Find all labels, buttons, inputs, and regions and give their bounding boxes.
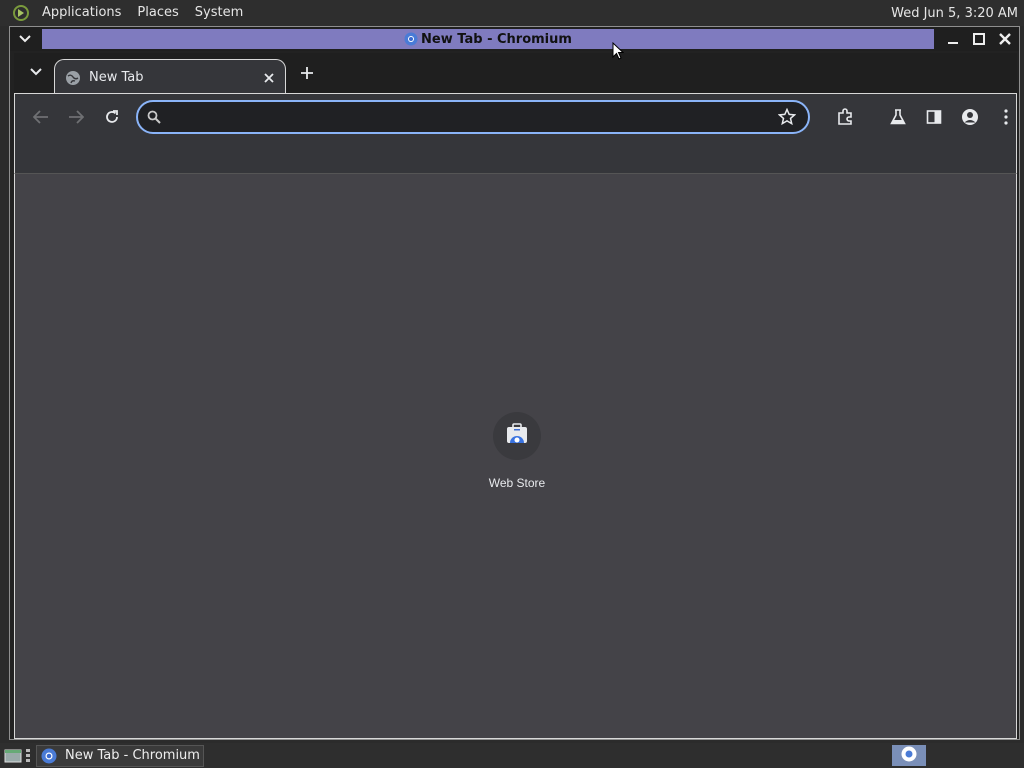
minimize-button[interactable] — [943, 29, 963, 49]
new-tab-plus-icon[interactable] — [296, 62, 318, 84]
close-window-button[interactable] — [995, 29, 1015, 49]
taskbar-item-chromium[interactable]: New Tab - Chromium — [36, 744, 204, 767]
profile-avatar-icon[interactable] — [958, 105, 982, 129]
show-desktop-icon[interactable] — [2, 746, 24, 766]
browser-window: New Tab - Chromium New Tab Web Store — [9, 26, 1020, 740]
shortcut-label: Web Store — [488, 476, 546, 490]
tab-strip: New Tab — [14, 53, 1017, 95]
more-menu-icon[interactable] — [994, 105, 1018, 129]
taskbar-item-label: New Tab - Chromium — [65, 748, 200, 763]
bottom-panel: New Tab - Chromium — [0, 743, 1024, 768]
distro-logo-icon[interactable] — [10, 2, 32, 24]
main-menu: Applications Places System — [0, 0, 251, 26]
menu-applications[interactable]: Applications — [34, 0, 129, 26]
workspace-switcher[interactable] — [892, 745, 926, 766]
chromium-icon — [404, 32, 418, 46]
window-titlebar[interactable]: New Tab - Chromium — [10, 27, 1019, 51]
shortcut-tile[interactable] — [493, 412, 541, 460]
shortcut-web-store[interactable]: Web Store — [477, 412, 557, 490]
search-icon — [146, 109, 162, 125]
chromium-icon — [41, 748, 57, 764]
top-panel: Applications Places System Wed Jun 5, 3:… — [0, 0, 1024, 26]
side-panel-icon[interactable] — [922, 105, 946, 129]
chromium-icon — [901, 746, 917, 766]
address-bar[interactable] — [136, 100, 810, 134]
close-tab-icon[interactable] — [261, 70, 277, 86]
reload-icon[interactable] — [100, 105, 124, 129]
web-store-icon — [506, 423, 528, 449]
address-input[interactable] — [162, 102, 776, 132]
globe-icon — [65, 70, 81, 86]
tab-label: New Tab — [89, 70, 144, 85]
panel-drag-handle[interactable] — [26, 748, 32, 764]
menu-places[interactable]: Places — [129, 0, 186, 26]
labs-flask-icon[interactable] — [886, 105, 910, 129]
new-tab-page: Web Store — [14, 173, 1017, 739]
back-arrow-icon[interactable] — [29, 105, 53, 129]
tab-search-chevron-icon[interactable] — [26, 62, 46, 82]
window-title-bar[interactable]: New Tab - Chromium — [42, 29, 934, 49]
clock[interactable]: Wed Jun 5, 3:20 AM — [891, 6, 1024, 21]
tab-new-tab[interactable]: New Tab — [54, 59, 286, 95]
forward-arrow-icon[interactable] — [64, 105, 88, 129]
menu-system[interactable]: System — [187, 0, 251, 26]
window-title: New Tab - Chromium — [421, 31, 572, 47]
browser-toolbar — [14, 93, 1017, 173]
window-menu-chevron-icon[interactable] — [16, 31, 34, 47]
maximize-button[interactable] — [969, 29, 989, 49]
extensions-puzzle-icon[interactable] — [833, 105, 857, 129]
bookmark-star-icon[interactable] — [776, 106, 798, 128]
mouse-cursor-icon — [612, 42, 624, 60]
